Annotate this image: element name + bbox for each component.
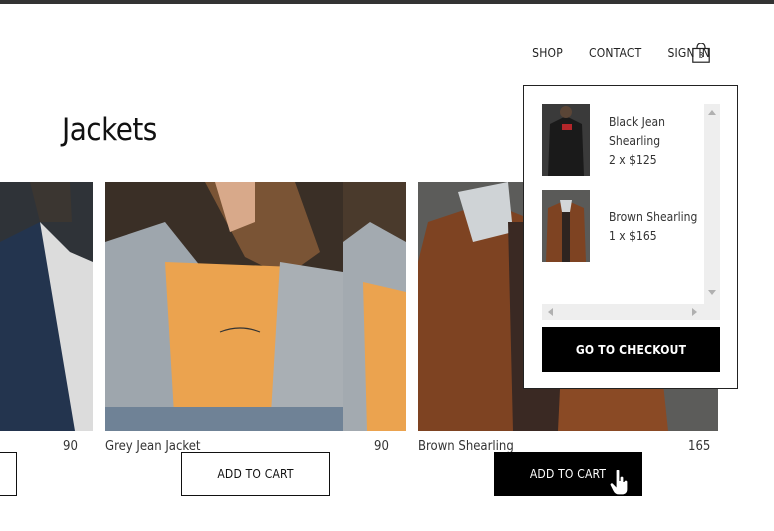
cart-item-name: Shearling — [609, 134, 661, 148]
top-bar — [0, 0, 774, 4]
cart-count-badge: 3 — [698, 51, 704, 60]
horizontal-scrollbar[interactable] — [542, 304, 704, 320]
add-to-cart-button[interactable]: ADD TO CART — [181, 452, 330, 496]
product-price: 90 — [374, 439, 389, 454]
cart-item-details: Black Jean Shearling 2 x $125 — [609, 113, 665, 170]
scroll-up-arrow-icon[interactable] — [708, 110, 716, 115]
nav-contact[interactable]: CONTACT — [589, 46, 641, 60]
page-title: Jackets — [62, 112, 157, 148]
product-price: 90 — [63, 439, 78, 454]
go-to-checkout-button[interactable]: GO TO CHECKOUT — [542, 327, 720, 372]
scroll-down-arrow-icon[interactable] — [708, 290, 716, 295]
nav-shop[interactable]: SHOP — [532, 46, 563, 60]
cart-item-qty-price: 1 x $165 — [609, 229, 657, 243]
scroll-left-arrow-icon[interactable] — [548, 308, 553, 316]
cart-item-qty-price: 2 x $125 — [609, 153, 657, 167]
product-image-left[interactable] — [0, 182, 93, 431]
cart-item-thumbnail[interactable] — [542, 104, 590, 176]
vertical-scrollbar[interactable] — [704, 104, 720, 320]
shopping-bag-icon[interactable]: 3 — [692, 42, 710, 63]
scroll-right-arrow-icon[interactable] — [692, 308, 697, 316]
product-image-grey-jean-jacket[interactable] — [105, 182, 406, 431]
hand-pointer-icon — [609, 468, 630, 496]
cart-item-name: Brown Shearling — [609, 210, 698, 224]
cart-item-thumbnail[interactable] — [542, 190, 590, 262]
product-price: 165 — [688, 439, 711, 454]
cart-item-name: Black Jean — [609, 115, 665, 129]
add-to-cart-button[interactable] — [0, 452, 17, 496]
cart-dropdown: Black Jean Shearling 2 x $125 Brown Shea… — [523, 85, 738, 389]
cart-item-details: Brown Shearling 1 x $165 — [609, 208, 697, 246]
main-nav: SHOP CONTACT SIGN IN — [506, 46, 710, 60]
